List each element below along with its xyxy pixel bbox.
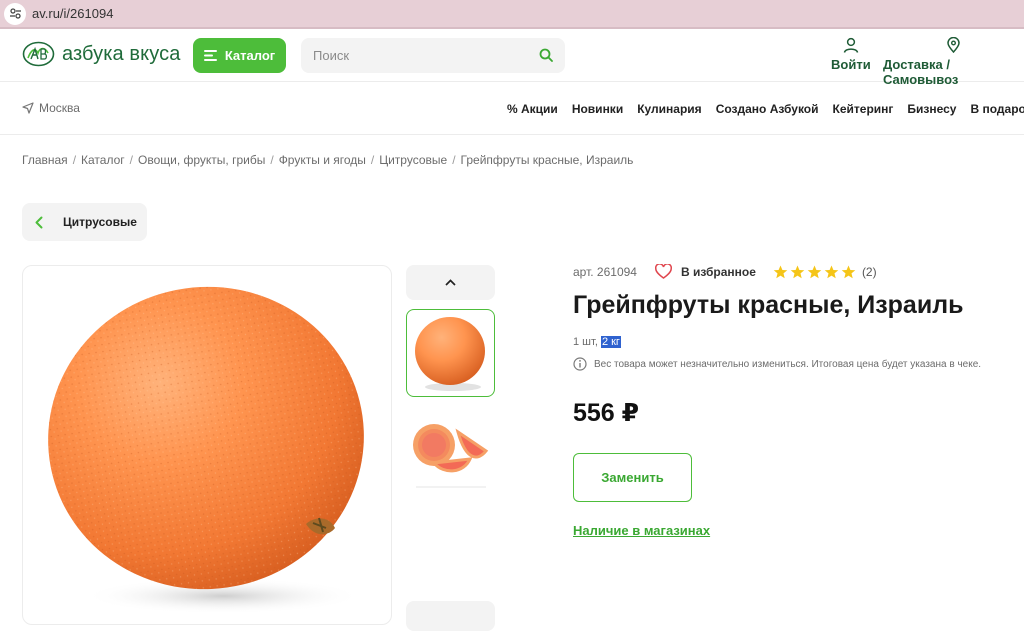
info-icon: [573, 357, 587, 371]
add-to-favorites-button[interactable]: В избранное: [655, 264, 756, 279]
unit-count: 1 шт,: [573, 336, 598, 348]
thumbnails-down-button[interactable]: [406, 601, 495, 631]
user-icon: [843, 37, 859, 53]
weight-note: Вес товара может незначительно изменитьс…: [573, 357, 981, 371]
chevron-left-icon: [35, 216, 43, 228]
breadcrumb-current: Грейпфруты красные, Израиль: [460, 153, 634, 167]
logo-emblem-icon: [22, 41, 55, 67]
catalog-button[interactable]: Каталог: [193, 38, 286, 73]
navigation-arrow-icon: [22, 102, 34, 114]
star-icon: [807, 265, 822, 278]
nav-link-made-by-azbuka[interactable]: Создано Азбукой: [716, 102, 819, 116]
grapefruit-thumbnail: [415, 317, 485, 391]
city-name: Москва: [39, 101, 80, 115]
unit-weight: 2 кг: [600, 336, 621, 348]
nav-link-new[interactable]: Новинки: [572, 102, 623, 116]
logo-text: азбука вкуса: [62, 42, 181, 65]
tune-icon[interactable]: [4, 2, 26, 25]
chevron-up-icon: [445, 279, 456, 286]
nav-link-catering[interactable]: Кейтеринг: [833, 102, 894, 116]
breadcrumb-item[interactable]: Каталог: [81, 153, 125, 167]
product-price: 556 ₽: [573, 399, 640, 427]
catalog-label: Каталог: [224, 48, 276, 63]
thumbnail-2[interactable]: [406, 405, 495, 493]
grapefruit-slices-thumbnail: [413, 424, 489, 488]
breadcrumb: Главная / Каталог / Овощи, фрукты, грибы…: [22, 153, 633, 167]
nav-link-promotions[interactable]: % Акции: [507, 102, 558, 116]
weight-note-text: Вес товара может незначительно изменитьс…: [594, 358, 982, 370]
city-selector[interactable]: Москва: [22, 101, 80, 115]
heart-icon: [655, 264, 672, 279]
store-availability-link[interactable]: Наличие в магазинах: [573, 523, 710, 538]
delivery-button[interactable]: Доставка / Самовывоз: [883, 37, 1024, 87]
product-unit: 1 шт, 2 кг: [573, 336, 621, 348]
url-text[interactable]: av.ru/i/261094: [32, 6, 113, 21]
site-logo[interactable]: азбука вкуса: [22, 41, 180, 67]
breadcrumb-item[interactable]: Фрукты и ягоды: [279, 153, 366, 167]
star-icon: [790, 265, 805, 278]
product-meta-row: арт. 261094 В избранное (2): [573, 264, 877, 279]
star-icon: [773, 265, 788, 278]
breadcrumb-item[interactable]: Овощи, фрукты, грибы: [138, 153, 265, 167]
search-icon[interactable]: [539, 48, 553, 62]
breadcrumb-separator: /: [72, 153, 77, 167]
nav-link-cooking[interactable]: Кулинария: [637, 102, 701, 116]
breadcrumb-separator: /: [370, 153, 375, 167]
grapefruit-image: [48, 286, 364, 614]
replace-button[interactable]: Заменить: [573, 453, 692, 502]
product-title: Грейпфруты красные, Израиль: [573, 291, 964, 319]
breadcrumb-separator: /: [129, 153, 133, 167]
breadcrumb-item[interactable]: Цитрусовые: [379, 153, 447, 167]
location-pin-icon: [947, 37, 960, 53]
main-product-image[interactable]: [22, 265, 392, 625]
back-label: Цитрусовые: [63, 215, 137, 229]
thumbnails-up-button[interactable]: [406, 265, 495, 300]
nav-link-business[interactable]: Бизнесу: [907, 102, 956, 116]
breadcrumb-separator: /: [270, 153, 274, 167]
article-number: арт. 261094: [573, 264, 637, 279]
star-icon: [841, 265, 856, 278]
nav-link-gift[interactable]: В подарок: [970, 102, 1024, 116]
login-button[interactable]: Войти: [831, 37, 871, 72]
nav-links: % Акции Новинки Кулинария Создано Азбуко…: [507, 102, 1024, 116]
thumbnail-1[interactable]: [406, 309, 495, 397]
search-box: [301, 38, 565, 73]
back-to-category-button[interactable]: Цитрусовые: [22, 203, 147, 241]
login-label: Войти: [831, 57, 871, 72]
rating-stars: [773, 265, 856, 279]
breadcrumb-separator: /: [452, 153, 456, 167]
site-header: азбука вкуса Каталог Войти Доставка / Са…: [0, 29, 1024, 87]
main-nav: Москва % Акции Новинки Кулинария Создано…: [0, 82, 1024, 135]
menu-icon: [203, 50, 217, 61]
favorites-label: В избранное: [680, 264, 756, 279]
reviews-count[interactable]: (2): [862, 265, 877, 279]
breadcrumb-item[interactable]: Главная: [22, 153, 68, 167]
star-icon: [824, 265, 839, 278]
search-input[interactable]: [313, 48, 523, 63]
browser-address-bar: av.ru/i/261094: [0, 0, 1024, 27]
nav-gift-label: В подарок: [970, 102, 1024, 116]
